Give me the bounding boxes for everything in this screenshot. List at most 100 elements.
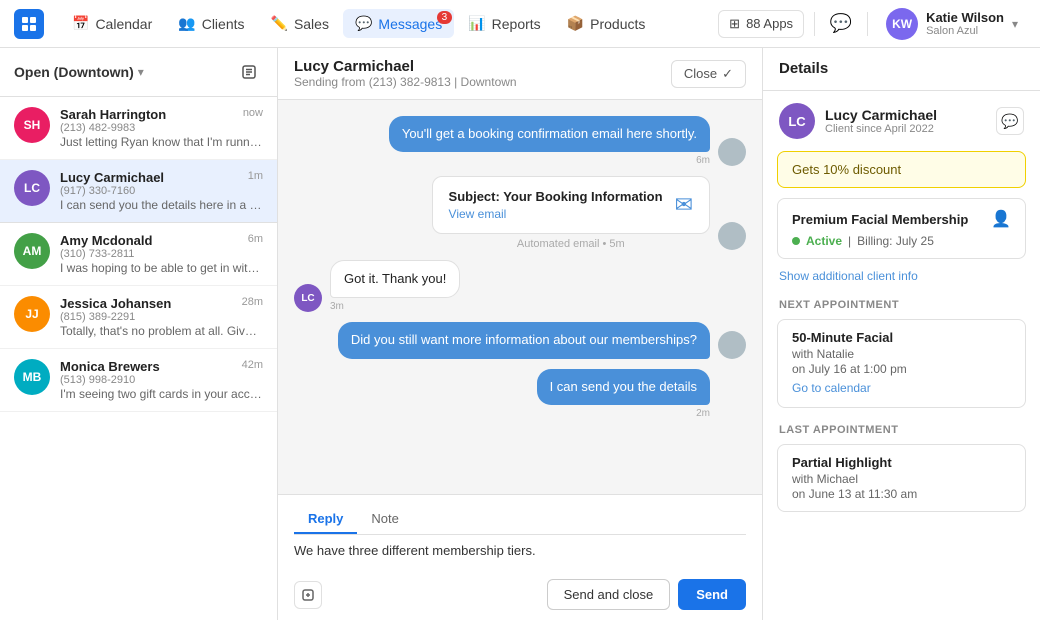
email-view-link[interactable]: View email bbox=[449, 207, 663, 221]
conv-time: 42m bbox=[242, 359, 263, 374]
automated-note: Automated email • 5m bbox=[432, 238, 710, 250]
tab-note[interactable]: Note bbox=[357, 505, 412, 534]
main-layout: Open (Downtown) ▾ SH Sarah Harrington no… bbox=[0, 48, 1040, 620]
compose-area: Reply Note We have three different membe… bbox=[278, 494, 762, 620]
last-appointment-card: Partial Highlight with Michael on June 1… bbox=[777, 444, 1026, 512]
details-header: Details bbox=[763, 48, 1040, 91]
message-time: 3m bbox=[330, 301, 460, 312]
nav-item-messages[interactable]: 💬 Messages 3 bbox=[343, 9, 454, 38]
message-client-button[interactable]: 💬 bbox=[996, 107, 1024, 135]
avatar bbox=[718, 391, 746, 419]
nav-item-clients[interactable]: 👥 Clients bbox=[166, 9, 256, 38]
compose-icon bbox=[241, 64, 257, 80]
avatar: LC bbox=[14, 170, 50, 206]
avatar: JJ bbox=[14, 296, 50, 332]
messages-badge: 3 bbox=[437, 11, 453, 24]
chevron-down-icon: ▾ bbox=[1012, 17, 1018, 31]
send-and-close-button[interactable]: Send and close bbox=[547, 579, 671, 610]
chat-header: Lucy Carmichael Sending from (213) 382-9… bbox=[278, 48, 762, 100]
appt-name: 50-Minute Facial bbox=[792, 330, 1011, 345]
list-item[interactable]: SH Sarah Harrington now (213) 482-9983 J… bbox=[0, 97, 277, 160]
details-client: LC Lucy Carmichael Client since April 20… bbox=[763, 91, 1040, 151]
client-since: Client since April 2022 bbox=[825, 123, 937, 135]
conv-name: Sarah Harrington bbox=[60, 107, 166, 122]
conv-preview: I can send you the details here in a few… bbox=[60, 198, 263, 212]
conversation-list: Open (Downtown) ▾ SH Sarah Harrington no… bbox=[0, 48, 278, 620]
calendar-icon: 📅 bbox=[72, 15, 89, 32]
list-item[interactable]: MB Monica Brewers 42m (513) 998-2910 I'm… bbox=[0, 349, 277, 412]
compose-tabs: Reply Note bbox=[294, 505, 746, 535]
go-to-calendar-link[interactable]: Go to calendar bbox=[792, 381, 871, 395]
tab-reply[interactable]: Reply bbox=[294, 505, 357, 534]
conv-preview: I'm seeing two gift cards in your accoun… bbox=[60, 387, 263, 401]
membership-card: Premium Facial Membership 👤 Active | Bil… bbox=[777, 198, 1026, 259]
chat-contact-name: Lucy Carmichael bbox=[294, 58, 517, 75]
conv-list-header: Open (Downtown) ▾ bbox=[0, 48, 277, 97]
avatar: AM bbox=[14, 233, 50, 269]
email-icon: ✉ bbox=[675, 192, 693, 218]
nav-right: ⊞ 88 Apps 💬 KW Katie Wilson Salon Azul ▾ bbox=[718, 4, 1026, 44]
apps-icon: ⊞ bbox=[729, 16, 740, 32]
list-item[interactable]: JJ Jessica Johansen 28m (815) 389-2291 T… bbox=[0, 286, 277, 349]
close-button[interactable]: Close ✓ bbox=[671, 60, 746, 88]
conv-name: Amy Mcdonald bbox=[60, 233, 152, 248]
compose-button[interactable] bbox=[235, 58, 263, 86]
clients-icon: 👥 bbox=[178, 15, 195, 32]
reports-icon: 📊 bbox=[468, 15, 485, 32]
conv-name: Monica Brewers bbox=[60, 359, 160, 374]
top-nav: 📅 Calendar 👥 Clients ✏️ Sales 💬 Messages… bbox=[0, 0, 1040, 48]
nav-item-calendar[interactable]: 📅 Calendar bbox=[60, 9, 164, 38]
avatar: MB bbox=[14, 359, 50, 395]
nav-item-products[interactable]: 📦 Products bbox=[555, 9, 658, 38]
compose-input[interactable]: We have three different membership tiers… bbox=[294, 543, 746, 571]
user-salon: Salon Azul bbox=[926, 25, 1004, 37]
sales-icon: ✏️ bbox=[271, 15, 288, 32]
section-label: Last appointment bbox=[779, 424, 1024, 436]
avatar: SH bbox=[14, 107, 50, 143]
nav-separator bbox=[814, 12, 815, 36]
message-time: 6m bbox=[389, 155, 710, 166]
conv-name: Lucy Carmichael bbox=[60, 170, 164, 185]
appt-on: on July 16 at 1:00 pm bbox=[792, 362, 1011, 376]
appt-on: on June 13 at 11:30 am bbox=[792, 487, 1011, 501]
checkmark-icon: ✓ bbox=[722, 66, 733, 82]
conv-name: Jessica Johansen bbox=[60, 296, 171, 311]
list-item[interactable]: LC Lucy Carmichael 1m (917) 330-7160 I c… bbox=[0, 160, 277, 223]
compose-footer: Send and close Send bbox=[294, 579, 746, 610]
apps-button[interactable]: ⊞ 88 Apps bbox=[718, 10, 804, 38]
conv-items-list: SH Sarah Harrington now (213) 482-9983 J… bbox=[0, 97, 277, 620]
user-avatar-button[interactable]: KW Katie Wilson Salon Azul ▾ bbox=[878, 4, 1026, 44]
avatar bbox=[718, 222, 746, 250]
dropdown-arrow-icon: ▾ bbox=[138, 65, 144, 79]
details-panel: Details LC Lucy Carmichael Client since … bbox=[762, 48, 1040, 620]
conv-time: 1m bbox=[248, 170, 263, 185]
notifications-button[interactable]: 💬 bbox=[825, 8, 857, 40]
nav-item-reports[interactable]: 📊 Reports bbox=[456, 9, 552, 38]
section-label: Next appointment bbox=[779, 299, 1024, 311]
message-bubble: I can send you the details bbox=[537, 369, 710, 405]
appt-name: Partial Highlight bbox=[792, 455, 1011, 470]
open-dropdown-button[interactable]: Open (Downtown) ▾ bbox=[14, 64, 144, 80]
compose-actions: Send and close Send bbox=[547, 579, 746, 610]
client-name: Lucy Carmichael bbox=[825, 107, 937, 123]
conv-phone: (213) 482-9983 bbox=[60, 122, 263, 134]
email-card: Subject: Your Booking Information View e… bbox=[432, 176, 710, 234]
app-logo[interactable] bbox=[14, 9, 44, 39]
show-more-link[interactable]: Show additional client info bbox=[763, 265, 1040, 293]
appt-with: with Michael bbox=[792, 472, 1011, 486]
message-row: LC Got it. Thank you! 3m bbox=[294, 260, 746, 312]
discount-card: Gets 10% discount bbox=[777, 151, 1026, 188]
conv-time: now bbox=[243, 107, 263, 122]
message-bubble: Did you still want more information abou… bbox=[338, 322, 710, 358]
message-bubble: Got it. Thank you! bbox=[330, 260, 460, 298]
message-row: Did you still want more information abou… bbox=[294, 322, 746, 358]
message-row: I can send you the details 2m bbox=[294, 369, 746, 419]
avatar: LC bbox=[779, 103, 815, 139]
list-item[interactable]: AM Amy Mcdonald 6m (310) 733-2811 I was … bbox=[0, 223, 277, 286]
nav-item-sales[interactable]: ✏️ Sales bbox=[259, 9, 341, 38]
details-title: Details bbox=[779, 60, 828, 77]
attach-button[interactable] bbox=[294, 581, 322, 609]
send-button[interactable]: Send bbox=[678, 579, 746, 610]
conv-preview: Totally, that's no problem at all. Give … bbox=[60, 324, 263, 338]
products-icon: 📦 bbox=[567, 15, 584, 32]
